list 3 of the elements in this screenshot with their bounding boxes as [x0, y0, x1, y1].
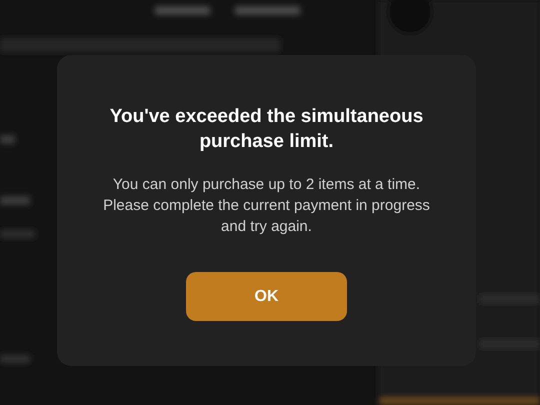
ok-button[interactable]: OK [186, 272, 347, 321]
dialog-message: You can only purchase up to 2 items at a time. Please complete the current payment in progress and try again. [102, 175, 431, 237]
dialog-title: You've exceeded the simultaneous purchase limit. [108, 105, 424, 154]
